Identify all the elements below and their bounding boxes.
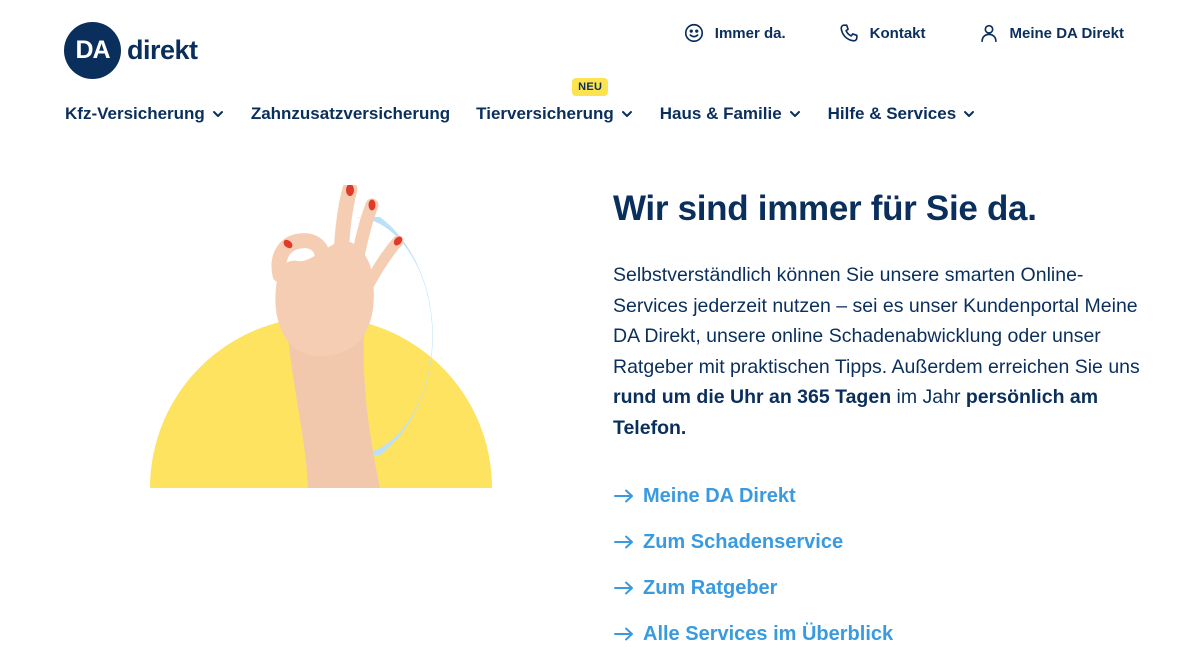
logo-wordmark: direkt	[127, 35, 198, 65]
link-label: Alle Services im Überblick	[643, 622, 894, 645]
nav-label: Tierversicherung	[476, 104, 614, 123]
nav-hilfe-services[interactable]: Hilfe & Services	[828, 100, 977, 128]
link-meine-da-direkt[interactable]: Meine DA Direkt	[613, 473, 1143, 519]
new-badge: NEU	[572, 78, 609, 96]
body-text-part: im Jahr	[891, 386, 966, 408]
nav-label: Haus & Familie	[659, 104, 782, 123]
body-text-bold: rund um die Uhr an 365 Tagen	[613, 386, 892, 408]
chevron-down-icon	[621, 111, 632, 117]
nail	[368, 199, 376, 211]
chevron-down-icon	[212, 111, 223, 117]
link-label: Meine DA Direkt	[643, 484, 796, 507]
arrow-right-icon	[614, 627, 633, 641]
utility-nav: Immer da. Kontakt Meine DA Direkt	[683, 22, 1124, 44]
logo-mark: DA	[64, 22, 121, 79]
link-zum-ratgeber[interactable]: Zum Ratgeber	[613, 565, 1143, 611]
utility-kontakt[interactable]: Kontakt	[838, 22, 926, 44]
nav-tierversicherung[interactable]: NEU Tierversicherung	[476, 78, 634, 128]
phone-icon	[840, 24, 858, 42]
ok-hand-illustration	[150, 185, 492, 488]
chevron-down-icon	[789, 111, 800, 117]
utility-label: Kontakt	[869, 24, 926, 42]
utility-meine-da-direkt[interactable]: Meine DA Direkt	[978, 22, 1124, 44]
hero-body-text: Selbstverständlich können Sie unsere sma…	[613, 260, 1143, 443]
arrow-right-icon	[614, 489, 633, 503]
arrow-right-icon	[614, 535, 633, 549]
utility-immer-da[interactable]: Immer da.	[683, 22, 786, 44]
link-alle-services[interactable]: Alle Services im Überblick	[613, 611, 1143, 657]
hero-content: Wir sind immer für Sie da. Selbstverstän…	[613, 188, 1143, 657]
nav-label: Hilfe & Services	[827, 104, 957, 123]
page: DA direkt Immer da. Kontakt Meine DA Dir…	[0, 0, 1194, 670]
utility-label: Meine DA Direkt	[1009, 24, 1124, 42]
link-label: Zum Ratgeber	[643, 576, 778, 599]
nav-label: Kfz-Versicherung	[65, 104, 205, 123]
nav-haus-familie[interactable]: Haus & Familie	[660, 100, 802, 128]
ring-finger	[349, 198, 379, 274]
nav-zahnzusatzversicherung[interactable]: Zahnzusatzversicherung	[251, 100, 450, 128]
chevron-down-icon	[964, 111, 975, 117]
body-text-part: Selbstverständlich können Sie unsere sma…	[613, 264, 1140, 378]
middle-finger	[333, 185, 358, 265]
da-direkt-logo[interactable]: DA direkt	[64, 22, 198, 79]
link-label: Zum Schadenservice	[643, 530, 844, 553]
nav-label: Zahnzusatzversicherung	[250, 104, 451, 123]
arrow-right-icon	[614, 581, 633, 595]
user-icon	[980, 24, 997, 43]
page-title: Wir sind immer für Sie da.	[613, 189, 1037, 228]
main-nav: Kfz-Versicherung Zahnzusatzversicherung …	[65, 78, 1002, 128]
service-links: Meine DA Direkt Zum Schadenservice Zum R…	[613, 473, 1143, 657]
link-zum-schadenservice[interactable]: Zum Schadenservice	[613, 519, 1143, 565]
nav-kfz-versicherung[interactable]: Kfz-Versicherung	[65, 100, 225, 128]
smiley-icon	[684, 23, 703, 43]
utility-label: Immer da.	[714, 24, 786, 42]
